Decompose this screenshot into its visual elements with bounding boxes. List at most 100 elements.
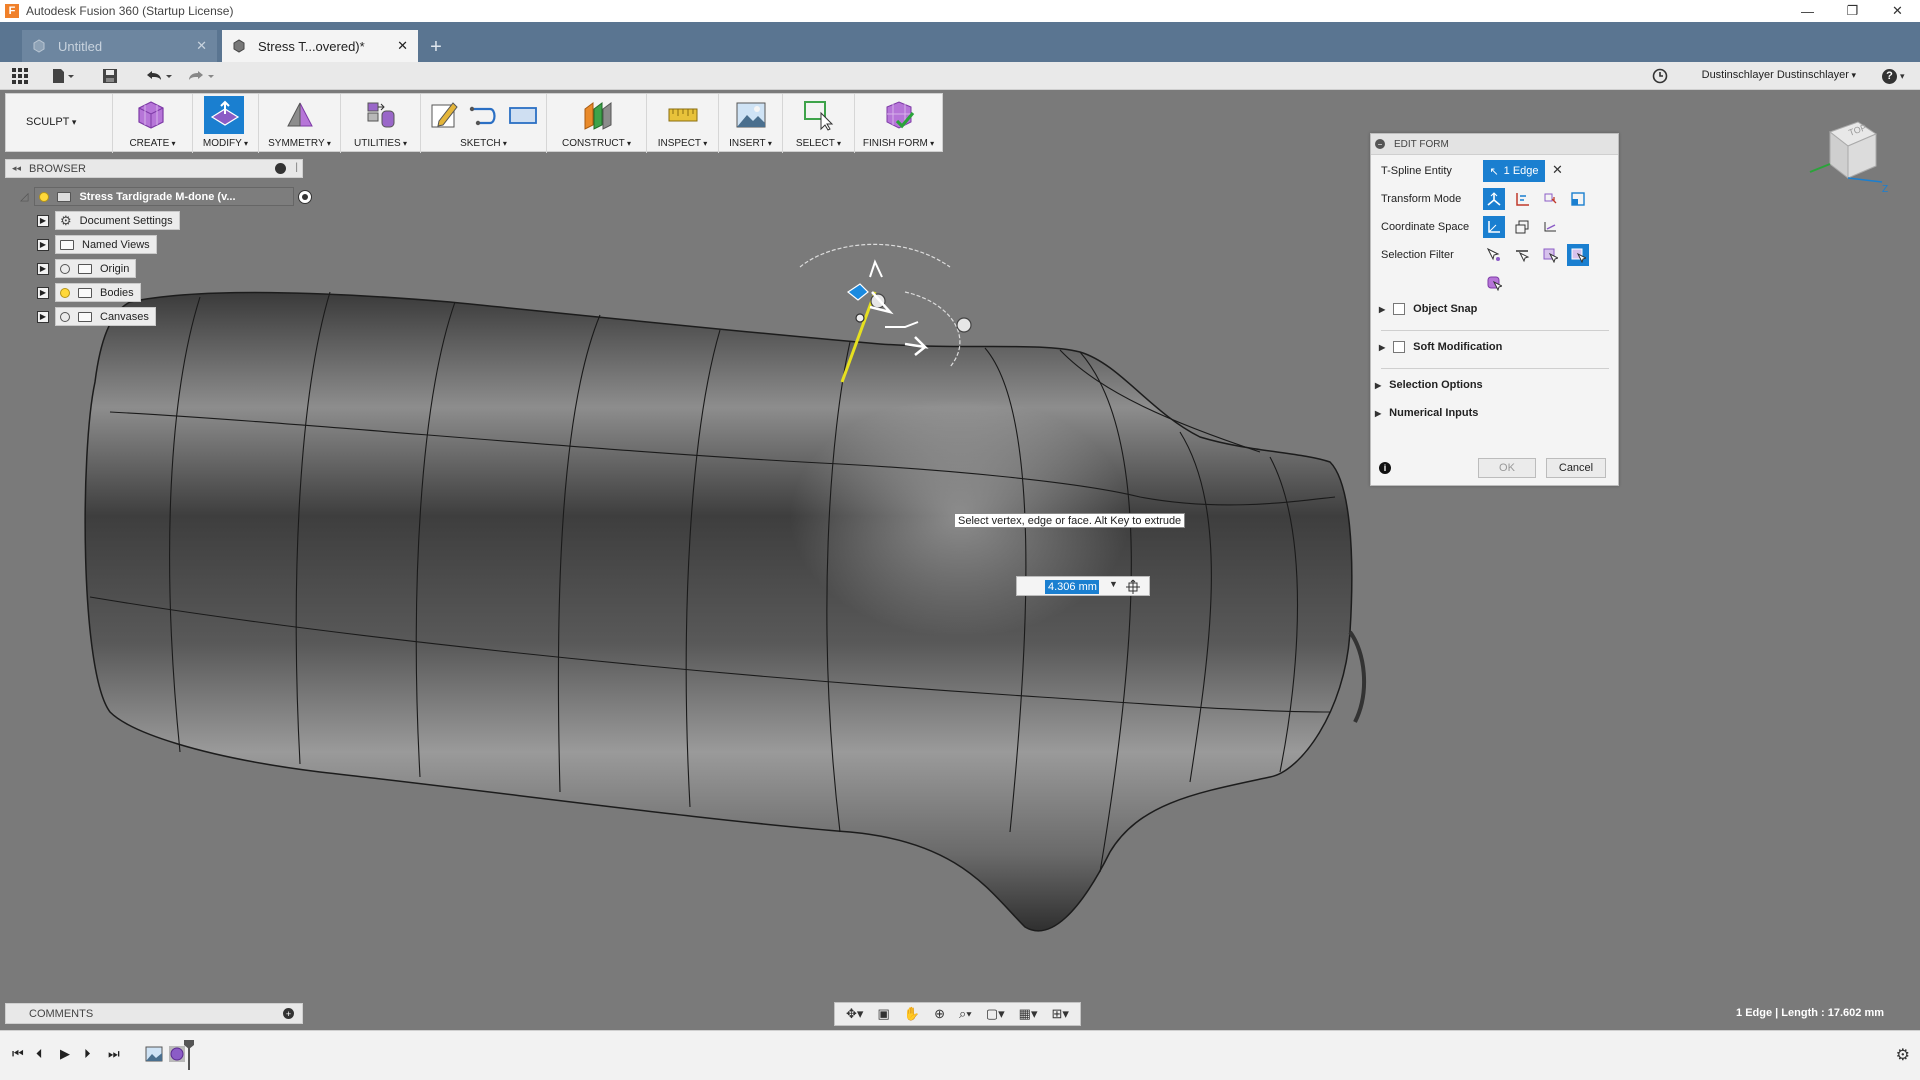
expand-icon[interactable]: ▶ (37, 214, 49, 227)
close-button[interactable]: ✕ (1875, 0, 1920, 22)
transform-multi-icon[interactable] (1483, 188, 1505, 210)
visibility-bulb-icon[interactable] (60, 263, 70, 274)
transform-translate-icon[interactable] (1511, 188, 1533, 210)
browser-item-bodies[interactable]: ▶ Bodies (37, 283, 141, 302)
expand-triangle-icon[interactable]: ▶ (1379, 343, 1385, 352)
selection-options-section[interactable]: ▶ Selection Options (1375, 379, 1483, 391)
dialog-header[interactable]: − EDIT FORM (1371, 134, 1618, 155)
expand-icon[interactable]: ▶ (37, 262, 49, 275)
zoom-icon[interactable]: ⊕ (934, 1006, 945, 1022)
filter-body-icon[interactable] (1567, 244, 1589, 266)
activate-radio-icon[interactable] (298, 189, 313, 204)
collapse-chevron-icon[interactable]: ◂◂ (12, 163, 21, 174)
filter-edge-icon[interactable] (1511, 244, 1533, 266)
inspect-group[interactable]: INSPECT (646, 94, 718, 153)
view-cube[interactable]: TOP Z (1800, 112, 1890, 192)
expand-triangle-icon[interactable]: ▶ (1375, 381, 1381, 390)
new-tab-button[interactable]: + (423, 34, 449, 60)
object-snap-section[interactable]: ▶ Object Snap (1379, 303, 1477, 315)
cancel-button[interactable]: Cancel (1546, 458, 1606, 478)
look-at-icon[interactable]: ▣ (877, 1006, 889, 1022)
finish-form-group[interactable]: FINISH FORM (854, 94, 942, 153)
sketch-group[interactable]: SKETCH (420, 94, 546, 153)
expand-icon[interactable]: ▶ (37, 238, 49, 251)
tab-untitled[interactable]: Untitled ✕ (22, 30, 217, 62)
modify-group[interactable]: MODIFY (192, 94, 258, 153)
filter-vertex-icon[interactable] (1483, 244, 1505, 266)
redo-icon[interactable] (186, 66, 216, 86)
add-comment-icon[interactable]: + (283, 1008, 294, 1019)
soft-modification-checkbox[interactable] (1393, 341, 1406, 353)
coord-world-icon[interactable] (1483, 216, 1505, 238)
pin-icon[interactable] (275, 163, 286, 174)
timeline-settings-gear-icon[interactable]: ⚙ (1896, 1045, 1910, 1065)
undo-icon[interactable] (144, 66, 174, 86)
data-panel-grid-icon[interactable] (12, 66, 28, 86)
step-forward-icon[interactable]: ⏵ (84, 1046, 91, 1062)
insert-group[interactable]: INSERT (718, 94, 782, 153)
clear-selection-icon[interactable]: ✕ (1552, 162, 1563, 178)
browser-item-canvases[interactable]: ▶ Canvases (37, 307, 156, 326)
object-snap-checkbox[interactable] (1393, 303, 1406, 315)
browser-item-origin[interactable]: ▶ Origin (37, 259, 137, 278)
info-icon[interactable]: i (1379, 462, 1391, 474)
user-account-menu[interactable]: Dustinschlayer Dustinschlayer (1702, 69, 1856, 81)
expand-triangle-icon[interactable]: ▶ (1375, 409, 1381, 418)
minimize-button[interactable]: — (1785, 0, 1830, 22)
play-icon[interactable]: ▶ (60, 1046, 70, 1062)
save-icon[interactable] (102, 66, 118, 86)
transform-rotate-icon[interactable] (1539, 188, 1561, 210)
visibility-bulb-icon[interactable] (60, 287, 70, 298)
help-icon[interactable]: ? ▾ (1882, 66, 1905, 86)
distance-input[interactable] (1045, 580, 1099, 594)
file-menu-icon[interactable] (52, 66, 74, 86)
tab-close-icon[interactable]: ✕ (397, 38, 408, 54)
step-back-icon[interactable]: ⏴ (36, 1046, 43, 1062)
visibility-bulb-icon[interactable] (60, 311, 70, 322)
visibility-bulb-icon[interactable] (39, 191, 50, 202)
browser-root-row[interactable]: ◿ Stress Tardigrade M-done (v... (20, 187, 313, 206)
tab-stress-tardigrade[interactable]: Stress T...overed)* ✕ (222, 30, 418, 62)
dropdown-arrow-icon[interactable]: ▼ (1109, 579, 1118, 589)
tab-close-icon[interactable]: ✕ (196, 38, 207, 54)
filter-solid-icon[interactable] (1483, 272, 1505, 294)
coord-view-icon[interactable] (1511, 216, 1533, 238)
ok-button[interactable]: OK (1478, 458, 1536, 478)
viewports-icon[interactable]: ⊞▾ (1052, 1006, 1069, 1022)
display-settings-icon[interactable]: ▢▾ (986, 1006, 1005, 1022)
browser-root-component[interactable]: Stress Tardigrade M-done (v... (34, 187, 295, 206)
filter-face-icon[interactable] (1539, 244, 1561, 266)
utilities-group[interactable]: UTILITIES (340, 94, 420, 153)
browser-panel-header[interactable]: ◂◂ BROWSER | (5, 159, 303, 178)
zoom-window-icon[interactable]: ⌕▾ (959, 1006, 972, 1022)
timeline-marker-handle[interactable] (183, 1039, 195, 1071)
workspace-selector[interactable]: SCULPT (26, 116, 76, 128)
numerical-inputs-section[interactable]: ▶ Numerical Inputs (1375, 407, 1478, 419)
transform-scale-icon[interactable] (1567, 188, 1589, 210)
browser-item-named-views[interactable]: ▶ Named Views (37, 235, 157, 254)
coord-local-icon[interactable] (1539, 216, 1561, 238)
go-to-start-icon[interactable]: ⏮ (12, 1046, 24, 1062)
comments-panel[interactable]: COMMENTS + (5, 1003, 303, 1024)
expand-triangle-icon[interactable]: ▶ (1379, 305, 1385, 314)
restore-button[interactable]: ❐ (1830, 0, 1875, 22)
go-to-end-icon[interactable]: ⏭ (108, 1046, 120, 1062)
tspline-entity-selection[interactable]: ↖ 1 Edge (1483, 160, 1545, 182)
select-group[interactable]: SELECT (782, 94, 854, 153)
expand-triangle-icon[interactable]: ◿ (20, 190, 28, 203)
orbit-icon[interactable]: ✥▾ (846, 1006, 863, 1022)
tspline-body[interactable] (84, 291, 1353, 932)
collapse-dialog-icon[interactable]: − (1375, 139, 1385, 149)
expand-icon[interactable]: ▶ (37, 310, 49, 323)
browser-item-document-settings[interactable]: ▶ ⚙ Document Settings (37, 211, 180, 230)
manipulator-toggle-icon[interactable] (1125, 579, 1141, 595)
construct-group[interactable]: CONSTRUCT (546, 94, 646, 153)
symmetry-group[interactable]: SYMMETRY (258, 94, 340, 153)
expand-icon[interactable]: ▶ (37, 286, 49, 299)
soft-modification-section[interactable]: ▶ Soft Modification (1379, 341, 1502, 353)
timeline-canvas-feature-icon[interactable] (145, 1045, 163, 1063)
grid-settings-icon[interactable]: ▦▾ (1019, 1006, 1038, 1022)
pan-hand-icon[interactable]: ✋ (904, 1006, 920, 1022)
viewport-canvas[interactable] (0, 152, 1920, 1027)
job-status-clock-icon[interactable] (1652, 66, 1668, 86)
